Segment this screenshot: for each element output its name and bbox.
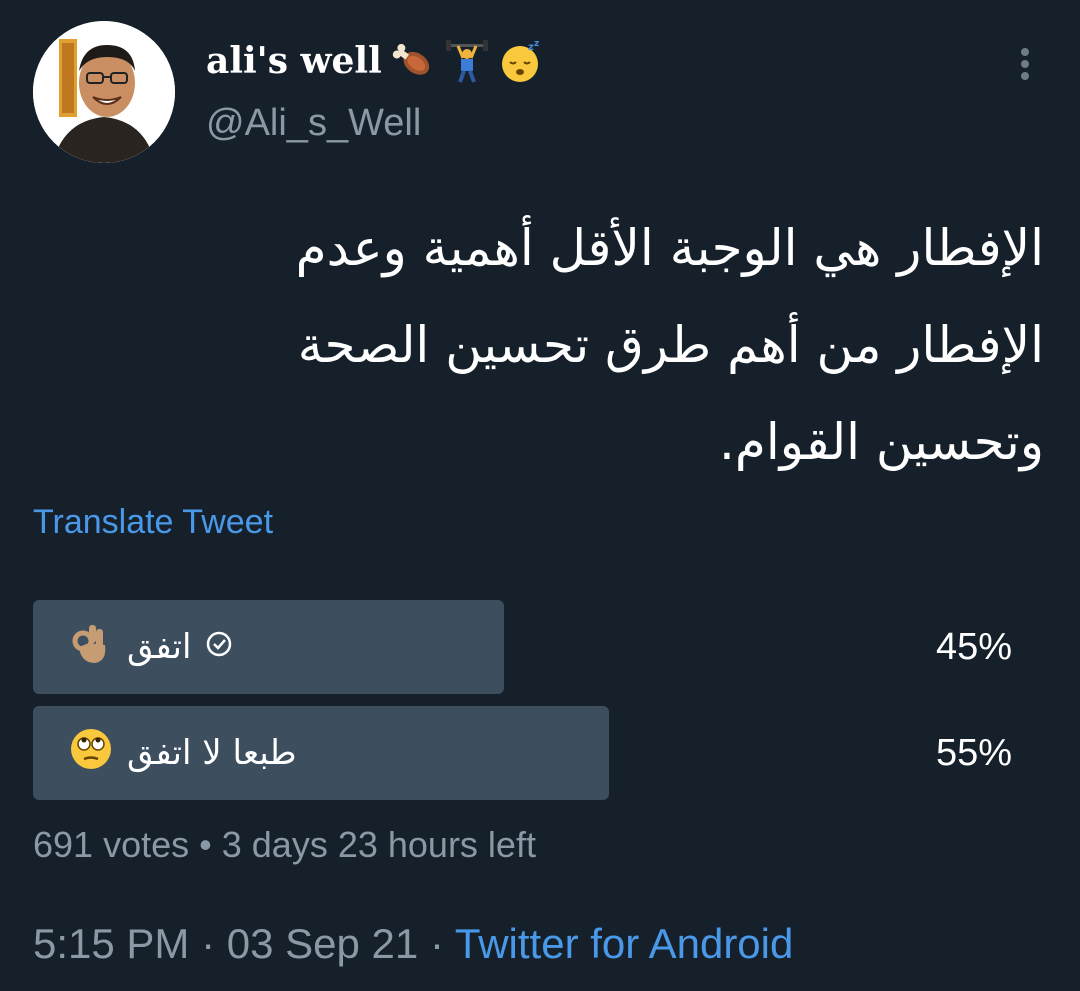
tweet-text-line: الإفطار هي الوجبة الأقل أهمية وعدم [295, 219, 1044, 277]
poll-option-label: اتفق [69, 600, 233, 694]
poll-option-label: طبعا لا اتفق [69, 706, 297, 800]
avatar-image [33, 21, 175, 163]
poll-percent: 55% [935, 732, 1012, 774]
poll-option-agree[interactable]: اتفق 45% [33, 600, 1080, 694]
display-name[interactable]: ali's well [206, 40, 382, 82]
separator: • [199, 824, 212, 865]
poll-meta: 691 votes • 3 days 23 hours left [33, 824, 536, 866]
sleeping-face-icon: z z [498, 38, 544, 84]
avatar[interactable] [33, 21, 175, 163]
tweet-text-line: وتحسين القوام. [719, 413, 1044, 471]
user-handle[interactable]: @Ali_s_Well [206, 102, 421, 145]
poll-option-disagree[interactable]: طبعا لا اتفق 55% [33, 706, 1080, 800]
svg-text:z: z [534, 39, 539, 49]
display-name-row[interactable]: ali's well z z [206, 36, 544, 86]
tweet-text: الإفطار هي الوجبة الأقل أهمية وعدم الإفط… [44, 200, 1044, 491]
selected-check-icon [205, 628, 233, 667]
tweet-source-link[interactable]: Twitter for Android [455, 920, 793, 967]
separator: · [429, 920, 444, 967]
translate-tweet-link[interactable]: Translate Tweet [33, 503, 273, 542]
poll-time-left: 3 days 23 hours left [221, 824, 536, 865]
poll-percent: 45% [935, 626, 1012, 668]
face-rolling-eyes-icon [69, 727, 113, 780]
poll-vote-count: 691 votes [33, 824, 190, 865]
tweet-text-line: الإفطار من أهم طرق تحسين الصحة [297, 316, 1044, 374]
poll-option-text: اتفق [127, 627, 192, 667]
weightlifter-icon [444, 38, 490, 84]
more-options-icon[interactable] [1010, 44, 1040, 84]
ok-hand-icon [69, 621, 113, 674]
separator: · [201, 920, 216, 967]
tweet-time[interactable]: 5:15 PM [33, 920, 189, 967]
meat-on-bone-icon [390, 38, 436, 84]
tweet-date[interactable]: 03 Sep 21 [227, 920, 419, 967]
poll-option-text: طبعا لا اتفق [127, 733, 297, 773]
tweet-footer: 5:15 PM · 03 Sep 21 · Twitter for Androi… [33, 920, 793, 968]
